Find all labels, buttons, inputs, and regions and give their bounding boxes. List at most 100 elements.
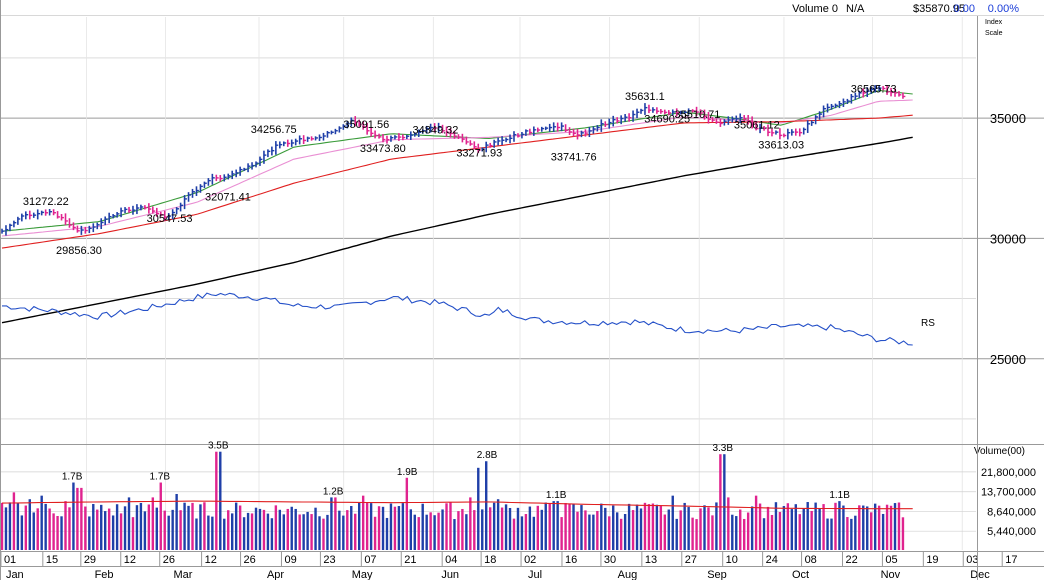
- volume-bar: [167, 515, 170, 550]
- volume-bar: [600, 503, 603, 550]
- volume-bar: [68, 507, 71, 550]
- volume-bar: [369, 503, 373, 550]
- volume-bar: [409, 509, 413, 550]
- volume-bar: [826, 518, 829, 550]
- volume-bar: [103, 511, 107, 550]
- volume-bar: [580, 505, 583, 550]
- date-tick-label: 03: [966, 554, 978, 566]
- volume-bar: [234, 502, 238, 550]
- volume-bar: [302, 514, 305, 550]
- volume-bar: [282, 514, 285, 550]
- volume-bar: [659, 505, 663, 550]
- price-annotation: 29856.30: [56, 245, 102, 257]
- volume-bar: [866, 506, 869, 550]
- volume-bar: [643, 502, 647, 550]
- volume-bar: [615, 512, 619, 550]
- date-tick-label: 19: [926, 554, 938, 566]
- volume-bar: [111, 515, 115, 550]
- date-tick-label: 12: [124, 554, 136, 566]
- volume-bar: [8, 502, 12, 550]
- volume-value-label: 1.1B: [829, 490, 850, 501]
- month-tick-label: Mar: [173, 569, 192, 580]
- volume-bar: [707, 507, 710, 550]
- volume-bar: [885, 504, 889, 550]
- volume-bar: [612, 505, 615, 550]
- price-annotation: 35631.1: [625, 91, 665, 103]
- volume-bar: [798, 514, 801, 550]
- volume-bar: [655, 504, 659, 550]
- volume-bar: [270, 518, 274, 550]
- moving-average-ma-long: [1, 136, 913, 324]
- volume-bar: [461, 508, 464, 550]
- volume-bar: [258, 508, 262, 550]
- date-tick-label: 10: [726, 554, 738, 566]
- volume-bar: [159, 482, 162, 550]
- volume-value-label: 1.2B: [323, 486, 344, 497]
- scale-label-scale: Scale: [985, 30, 1003, 37]
- volume-bar: [191, 502, 194, 550]
- volume-bar: [92, 503, 95, 550]
- volume-bar: [691, 517, 694, 550]
- volume-bar: [88, 516, 91, 550]
- volume-bar: [742, 518, 746, 550]
- volume-bar: [802, 508, 805, 550]
- volume-bar: [619, 518, 623, 550]
- price-annotation: 33271.93: [456, 148, 502, 160]
- volume-bar: [286, 508, 289, 550]
- volume-bar: [893, 503, 897, 550]
- volume-bar: [318, 516, 321, 550]
- volume-bar: [477, 467, 480, 550]
- date-tick-label: 30: [604, 554, 616, 566]
- volume-bar: [727, 497, 730, 550]
- volume-bar: [790, 509, 794, 550]
- volume-bar: [123, 506, 127, 550]
- change-readout: 0.00: [954, 3, 975, 15]
- month-tick-label: Apr: [267, 569, 284, 580]
- na-readout: N/A: [846, 3, 865, 15]
- volume-bar: [155, 507, 158, 550]
- month-tick-label: Feb: [95, 569, 114, 580]
- volume-bar: [96, 509, 99, 550]
- volume-bar: [758, 503, 762, 550]
- date-tick-label: 13: [645, 554, 657, 566]
- volume-bar: [604, 507, 607, 550]
- volume-bar: [381, 506, 385, 550]
- volume-bar: [512, 518, 516, 550]
- volume-bar: [64, 501, 67, 550]
- volume-bar: [119, 513, 123, 550]
- volume-bar: [663, 514, 667, 550]
- volume-bar: [623, 514, 627, 550]
- volume-bar: [564, 503, 567, 550]
- volume-bar: [147, 504, 151, 550]
- volume-bar: [488, 507, 492, 550]
- volume-bar: [842, 505, 845, 550]
- volume-bar: [873, 503, 877, 550]
- volume-bar: [715, 502, 718, 550]
- price-annotation: 32071.41: [205, 192, 251, 204]
- volume-bar: [782, 506, 786, 550]
- volume-bar: [223, 518, 226, 550]
- volume-bar: [500, 507, 504, 550]
- volume-bar: [877, 505, 881, 550]
- volume-bar: [786, 503, 790, 550]
- volume-bar: [143, 511, 147, 550]
- volume-bar: [238, 505, 242, 550]
- volume-bar: [830, 518, 833, 550]
- price-annotation: 34690.25: [644, 114, 690, 126]
- volume-bar: [814, 502, 817, 550]
- volume-bar: [72, 482, 75, 550]
- volume-bar: [48, 508, 51, 550]
- price-annotation: 33613.03: [758, 139, 804, 151]
- volume-bar: [405, 477, 409, 550]
- price-annotation: 30547.53: [147, 213, 193, 225]
- volume-bar: [584, 510, 587, 550]
- volume-bar: [445, 503, 448, 550]
- chart-svg: Volume 0 N/A $35870.95 0.00 0.00% Index …: [0, 0, 1044, 581]
- volume-bar: [397, 506, 401, 550]
- volume-bar: [647, 504, 651, 550]
- volume-axis-title: Volume(00): [974, 446, 1025, 457]
- volume-bar: [465, 514, 468, 550]
- volume-bar: [639, 508, 643, 550]
- volume-bar: [131, 517, 135, 550]
- volume-bar: [100, 504, 103, 550]
